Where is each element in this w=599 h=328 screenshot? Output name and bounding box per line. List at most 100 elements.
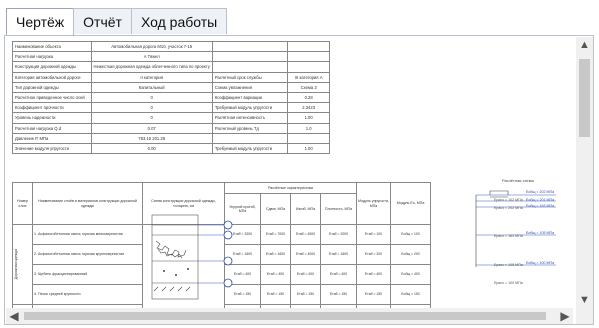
drawing-viewport: Наименование объекта Автомобильная дорога… xyxy=(6,37,573,308)
header-group: Расчётные характеристики xyxy=(224,182,357,194)
info-cell: Значение модуля упругости xyxy=(12,142,92,155)
info-cell: Категория автомобильной дороги xyxy=(12,71,92,83)
horizontal-scroll-thumb[interactable] xyxy=(24,312,546,320)
side-label: Дорожная одежда xyxy=(12,224,33,305)
diagram-label-1: Еобщ = 202 МПа xyxy=(526,190,555,194)
info-row: Расчетная нагрузка Q,d 0.07 Расчетный уров… xyxy=(12,122,330,134)
diagram-label-2: Еобщ = 201 МПа xyxy=(526,198,555,202)
info-cell: Расчетное приведенное число осей xyxy=(12,91,92,104)
diagram-label-3: Еобщ = 163 МПа xyxy=(526,204,555,208)
info-cell: Расчетный срок службы xyxy=(211,71,289,83)
layer-value: Еобщ = 400 xyxy=(390,264,431,285)
layer-value: Етаб = 2000 xyxy=(320,224,357,245)
info-cell: Тип дорожной одежды xyxy=(12,81,92,93)
info-cell xyxy=(211,51,289,63)
header-c6: Модуль Ео, МПа xyxy=(390,182,431,225)
info-row: Значение модуля упругости 0.00 Требуемый м… xyxy=(12,142,330,155)
info-cell: Расчётная интенсивность xyxy=(211,112,289,124)
diagram-left-label-2: Ерасч = 202 МПа xyxy=(494,206,523,210)
info-cell: Схема увлажнения xyxy=(211,81,289,93)
info-cell xyxy=(211,61,289,73)
project-info-table: Наименование объекта Автомобильная дорога… xyxy=(12,40,330,155)
info-cell: Капитальный xyxy=(90,81,213,93)
info-cell: 1.0 xyxy=(287,122,330,134)
info-cell: Конструкция дорожной одежды xyxy=(12,61,92,73)
header-c4: Плотность, МПа xyxy=(320,193,357,225)
side-label-text: Дорожная одежда xyxy=(14,249,18,280)
info-row: Расчетное приведенное число осей 0 Коэффиц… xyxy=(12,91,330,104)
info-cell xyxy=(211,132,289,144)
layer-value: Етаб = 150 xyxy=(320,284,357,305)
info-cell: Требуемый модуль упругости xyxy=(211,142,289,155)
info-row: Давление Р, МПа 783.10 201.28 xyxy=(12,132,330,144)
info-cell: 0.28 xyxy=(287,91,330,104)
info-row: Наименование объекта Автомобильная дорога… xyxy=(12,40,330,53)
info-cell: 1.00 xyxy=(287,142,330,155)
diagram-left-label-3: Ерасч = 163 МПа xyxy=(494,234,523,238)
info-cell: Коэффициент вариации xyxy=(211,91,289,104)
info-cell xyxy=(211,40,289,53)
horizontal-scrollbar[interactable]: ◀ ▶ xyxy=(6,308,573,324)
info-cell: Требуемый модуль упругости xyxy=(211,102,289,114)
diagram-left-label-1: Ерасч = 102 МПа xyxy=(494,198,523,202)
tab-drawing[interactable]: Чертёж xyxy=(6,8,75,36)
diagram-left-label-5: Ерасч = 100 МПа xyxy=(494,281,523,285)
scroll-down-icon[interactable]: ▼ xyxy=(576,292,593,308)
layer-value: Етаб = 7000 xyxy=(260,224,291,245)
layer-value: Еобщ = 100 xyxy=(390,224,431,245)
info-cell xyxy=(287,51,330,63)
layer-value: Етаб = 100 xyxy=(356,224,391,245)
vertical-scrollbar[interactable]: ▲ ▼ xyxy=(576,37,593,308)
layer-material: 4. Песок средней крупности xyxy=(32,284,143,305)
diagram-label-5: Еобщ = 100 МПа xyxy=(526,261,555,265)
info-row: Конструкция дорожной одежды Нежесткая дор… xyxy=(12,61,330,73)
info-row: Тип дорожной одежды Капитальный Схема увла… xyxy=(12,81,330,93)
info-cell: Расчетная нагрузка xyxy=(12,51,92,63)
layer-value: Етаб = 1600 xyxy=(320,244,357,265)
tab-progress[interactable]: Ход работы xyxy=(130,8,228,34)
header-material: Наименование слоёв и материалов конструк… xyxy=(32,182,143,225)
info-cell: 0 xyxy=(90,112,213,124)
info-cell: III категория А xyxy=(287,71,330,83)
diagram-label-4: Еобщ = 105 МПа xyxy=(526,231,555,235)
diagram-left-label-4: Ерасч = 105 МПа xyxy=(494,263,523,267)
header-c5: Модуль упругости, МПа xyxy=(356,182,391,225)
info-cell: Расчетная нагрузка Q,d xyxy=(12,122,92,134)
layer-value: Етаб = 200 xyxy=(356,244,391,265)
scroll-right-icon[interactable]: ▶ xyxy=(557,308,573,324)
layer-value: Етаб = 400 xyxy=(260,264,291,285)
info-cell: А Тяжел xyxy=(90,51,213,63)
layer-material: 1. Асфальтобетонная смесь горячая мелкоз… xyxy=(32,224,143,245)
header-c2: Сдвиг, МПа xyxy=(260,193,291,225)
vertical-scroll-thumb[interactable] xyxy=(579,59,590,137)
info-row: Уровень надежности 0 Расчётная интенсивнос… xyxy=(12,112,330,124)
info-cell: 783.10 201.28 xyxy=(90,132,213,144)
layer-value: Етаб = 150 xyxy=(260,284,291,305)
layer-value: Еобщ = 150 xyxy=(390,284,431,305)
info-cell: II категория xyxy=(90,71,213,83)
info-cell: Давление Р, МПа xyxy=(12,132,92,144)
info-cell xyxy=(287,40,330,53)
info-cell: Схема 3 xyxy=(287,81,330,93)
info-cell xyxy=(287,132,330,144)
info-cell: 0.00 xyxy=(90,142,213,155)
layer-value: Етаб = 4000 xyxy=(290,244,321,265)
tab-bar: Чертёж Отчёт Ход работы xyxy=(6,8,228,36)
scroll-up-icon[interactable]: ▲ xyxy=(576,37,593,53)
info-cell: 0.07 xyxy=(90,122,213,134)
scroll-corner xyxy=(576,308,593,324)
info-row: Коэффициент прочности 0 Требуемый модуль у… xyxy=(12,102,330,114)
scroll-left-icon[interactable]: ◀ xyxy=(6,308,22,324)
info-row: Расчетная нагрузка А Тяжел xyxy=(12,51,330,63)
info-cell: 0 xyxy=(90,102,213,114)
layer-material: 2. Асфальтобетонная смесь горячая крупно… xyxy=(32,244,143,265)
layer-value: Еобщ = 200 xyxy=(390,244,431,265)
info-cell: Уровень надежности xyxy=(12,112,92,124)
layer-value: Етаб = 150 xyxy=(290,284,321,305)
layer-scheme-drawing xyxy=(151,214,233,300)
info-cell: Расчетный уровень Тд xyxy=(211,122,289,134)
layer-value: Етаб = 4500 xyxy=(290,224,321,245)
layer-value: Етаб = 400 xyxy=(320,264,357,285)
tab-report[interactable]: Отчёт xyxy=(73,8,132,34)
layer-value: Етаб = 400 xyxy=(356,264,391,285)
